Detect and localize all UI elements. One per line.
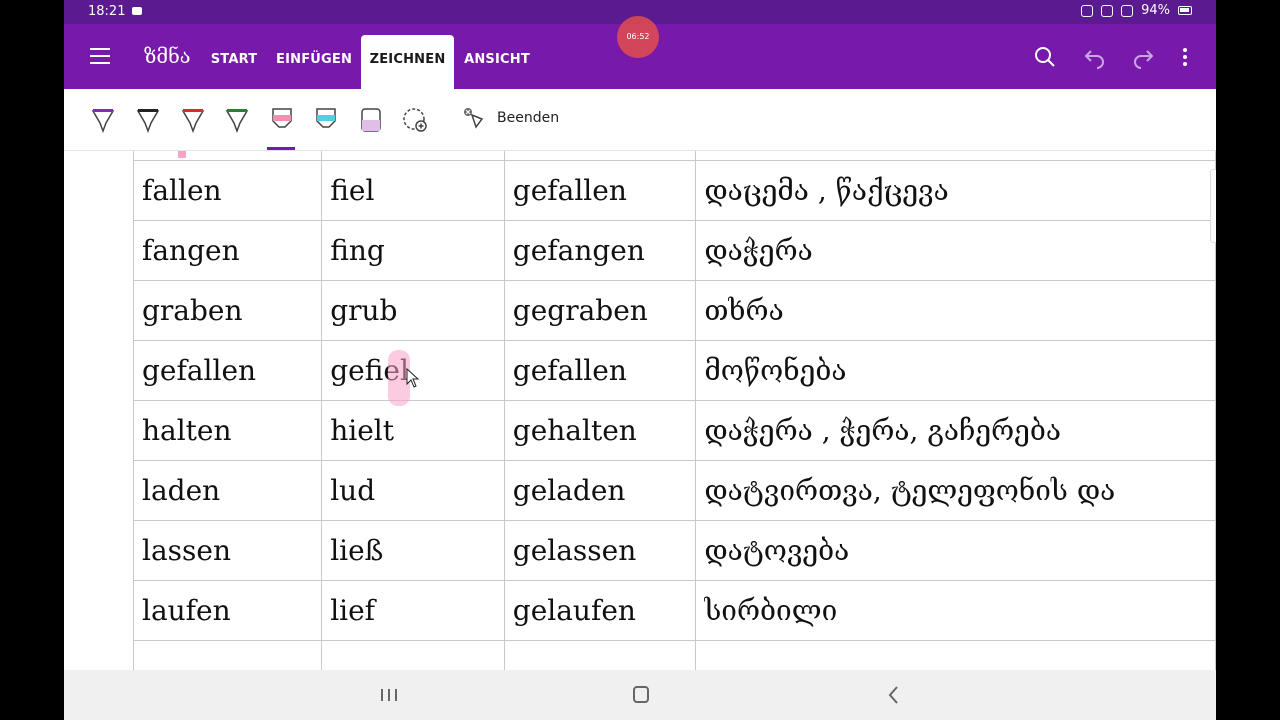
- tab-einfuegen[interactable]: EINFÜGEN: [276, 35, 352, 89]
- table-cell[interactable]: დაჭერა , ჭერა, გაჩერება: [695, 400, 1216, 461]
- table-cell[interactable]: [695, 640, 1216, 670]
- table-cell[interactable]: თხრა: [695, 280, 1216, 341]
- table-row: laden lud geladen დატვირთვა, ტელეფონის და: [132, 460, 1216, 521]
- table-row: lassen ließ gelassen დატოვება: [132, 520, 1216, 581]
- table-cell[interactable]: lud: [321, 460, 505, 521]
- search-icon[interactable]: [1032, 44, 1058, 70]
- undo-icon[interactable]: [1082, 44, 1108, 70]
- table-cell[interactable]: მოწონება: [695, 340, 1216, 401]
- cursor-icon: [406, 367, 420, 388]
- camera-icon: [132, 7, 142, 15]
- table-row: [132, 151, 1216, 161]
- table-row: fangen fing gefangen დაჭერა: [132, 220, 1216, 281]
- menu-icon[interactable]: [90, 48, 110, 64]
- table-cell[interactable]: laden: [132, 460, 323, 521]
- table-row: laufen lief gelaufen სირბილი: [132, 580, 1216, 641]
- table-cell[interactable]: gefallen: [503, 340, 697, 401]
- recent-apps-icon[interactable]: [377, 684, 401, 706]
- table-cell[interactable]: [132, 151, 323, 161]
- table-cell[interactable]: [132, 640, 323, 670]
- app-bar: ზმნა START EINFÜGEN ZEICHNEN ANSICHT 06:…: [64, 16, 1216, 89]
- system-nav-bar: [64, 670, 1216, 720]
- pen-red-icon[interactable]: [180, 105, 206, 135]
- highlighter-lilac-icon[interactable]: [358, 105, 384, 135]
- pen-green-icon[interactable]: [224, 105, 250, 135]
- screen: 18:21 94% ზმნა START EINFÜGEN ZEICHNEN A…: [64, 0, 1216, 720]
- tab-zeichnen[interactable]: ZEICHNEN: [361, 35, 454, 89]
- table-cell[interactable]: geladen: [503, 460, 697, 521]
- tab-ansicht[interactable]: ANSICHT: [462, 35, 532, 89]
- status-icons: 94%: [1081, 3, 1192, 18]
- table-cell[interactable]: დაცემა , წაქცევა: [695, 160, 1216, 221]
- table-row: [132, 640, 1216, 670]
- table-cell[interactable]: gehalten: [503, 400, 697, 461]
- active-tool-indicator: [267, 147, 295, 150]
- lasso-select-icon[interactable]: [402, 105, 428, 135]
- table-cell[interactable]: [321, 640, 505, 670]
- mute-icon: [1081, 4, 1094, 17]
- draw-ribbon: Beenden: [64, 89, 1216, 151]
- pen-black-icon[interactable]: [135, 105, 161, 135]
- table-cell[interactable]: სირბილი: [695, 580, 1216, 641]
- scrollbar[interactable]: [1210, 169, 1216, 243]
- back-icon[interactable]: [882, 684, 906, 706]
- table-cell[interactable]: fallen: [132, 160, 323, 221]
- table-cell[interactable]: დატვირთვა, ტელეფონის და: [695, 460, 1216, 521]
- table-cell[interactable]: grub: [321, 280, 505, 341]
- table-cell[interactable]: fiel: [321, 160, 505, 221]
- wifi-icon: [1121, 4, 1134, 17]
- highlighter-pink-icon[interactable]: [269, 105, 295, 135]
- highlighter-cyan-icon[interactable]: [313, 105, 339, 135]
- table-cell[interactable]: [321, 151, 505, 161]
- table-cell[interactable]: fangen: [132, 220, 323, 281]
- pen-purple-icon[interactable]: [90, 105, 116, 135]
- more-options-icon[interactable]: [1172, 44, 1198, 70]
- table-cell[interactable]: fing: [321, 220, 505, 281]
- table-cell[interactable]: laufen: [132, 580, 323, 641]
- table-cell[interactable]: lassen: [132, 520, 323, 581]
- home-icon[interactable]: [629, 684, 653, 706]
- table-row: graben grub gegraben თხრა: [132, 280, 1216, 341]
- table-cell[interactable]: [503, 640, 697, 670]
- table-cell[interactable]: დაჭერა: [695, 220, 1216, 281]
- table-row: halten hielt gehalten დაჭერა , ჭერა, გაჩერე…: [132, 400, 1216, 461]
- lock-icon: [1101, 4, 1114, 17]
- table-cell[interactable]: ließ: [321, 520, 505, 581]
- table-cell[interactable]: დატოვება: [695, 520, 1216, 581]
- status-time: 18:21: [88, 4, 126, 19]
- table-cell[interactable]: gelassen: [503, 520, 697, 581]
- ink-mark: [178, 151, 186, 158]
- redo-icon[interactable]: [1130, 44, 1156, 70]
- tab-start[interactable]: START: [206, 35, 262, 89]
- finish-drawing-icon[interactable]: [462, 107, 486, 133]
- table-cell[interactable]: gefallen: [132, 340, 323, 401]
- battery-percent: 94%: [1141, 3, 1170, 18]
- table-cell[interactable]: [503, 151, 697, 161]
- table-cell[interactable]: gefangen: [503, 220, 697, 281]
- notebook-title[interactable]: ზმნა: [144, 44, 191, 68]
- finish-drawing-button[interactable]: Beenden: [497, 110, 559, 126]
- table-cell[interactable]: hielt: [321, 400, 505, 461]
- table-cell[interactable]: gefallen: [503, 160, 697, 221]
- table-cell[interactable]: gegraben: [503, 280, 697, 341]
- table-cell[interactable]: graben: [132, 280, 323, 341]
- note-canvas[interactable]: fallen fiel gefallen დაცემა , წაქცევა fangen…: [64, 151, 1216, 670]
- battery-icon: [1178, 6, 1192, 15]
- table-cell[interactable]: lief: [321, 580, 505, 641]
- table-cell[interactable]: gelaufen: [503, 580, 697, 641]
- table-row: gefallen gefiel gefallen მოწონება: [132, 340, 1216, 401]
- table-row: fallen fiel gefallen დაცემა , წაქცევა: [132, 160, 1216, 221]
- recording-timer[interactable]: 06:52: [617, 16, 659, 58]
- verb-table: fallen fiel gefallen დაცემა , წაქცევა fangen…: [132, 151, 1216, 670]
- table-cell[interactable]: [695, 151, 1216, 161]
- table-cell[interactable]: halten: [132, 400, 323, 461]
